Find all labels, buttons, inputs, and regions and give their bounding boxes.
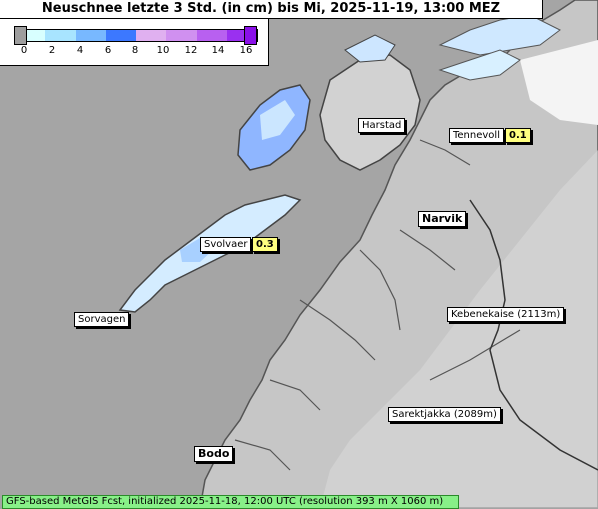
place-label-sorvagen[interactable]: Sorvagen xyxy=(74,312,130,327)
legend-tick: 2 xyxy=(48,45,56,56)
legend-tick: 6 xyxy=(104,45,112,56)
legend-tick: 0 xyxy=(20,45,28,56)
legend-swatch-1 xyxy=(45,30,76,41)
legend-swatch-5 xyxy=(166,30,197,41)
place-label-narvik[interactable]: Narvik xyxy=(418,211,467,227)
place-label-sarektjakka[interactable]: Sarektjakka (2089m) xyxy=(388,407,501,422)
legend-tick: 8 xyxy=(131,45,139,56)
legend-tick: 12 xyxy=(184,45,198,56)
legend-swatch-4 xyxy=(136,30,167,41)
place-label-svolvaer[interactable]: Svolvaer xyxy=(200,237,252,252)
legend-swatch-6 xyxy=(196,30,227,41)
legend-tick: 4 xyxy=(76,45,84,56)
map-canvas xyxy=(0,0,598,508)
legend-tick: 16 xyxy=(239,45,253,56)
snow-legend: 0 2 4 6 8 10 12 14 16 xyxy=(0,19,269,66)
legend-swatch-3 xyxy=(105,30,136,41)
legend-color-bar xyxy=(14,29,258,42)
place-label-bodo[interactable]: Bodo xyxy=(194,446,234,462)
snow-value-tennevoll: 0.1 xyxy=(505,128,531,143)
place-label-kebnekaise[interactable]: Kebenekaise (2113m) xyxy=(447,307,565,322)
place-label-tennevoll[interactable]: Tennevoll xyxy=(449,128,504,143)
legend-min-marker xyxy=(14,26,27,45)
map-title: Neuschnee letzte 3 Std. (in cm) bis Mi, … xyxy=(0,0,543,19)
legend-swatch-2 xyxy=(75,30,106,41)
forecast-footer: GFS-based MetGIS Fcst, initialized 2025-… xyxy=(2,495,459,509)
legend-max-marker xyxy=(244,26,257,45)
snow-value-svolvaer: 0.3 xyxy=(252,237,278,252)
place-label-harstad[interactable]: Harstad xyxy=(358,118,406,133)
legend-tick: 10 xyxy=(156,45,170,56)
legend-tick: 14 xyxy=(211,45,225,56)
